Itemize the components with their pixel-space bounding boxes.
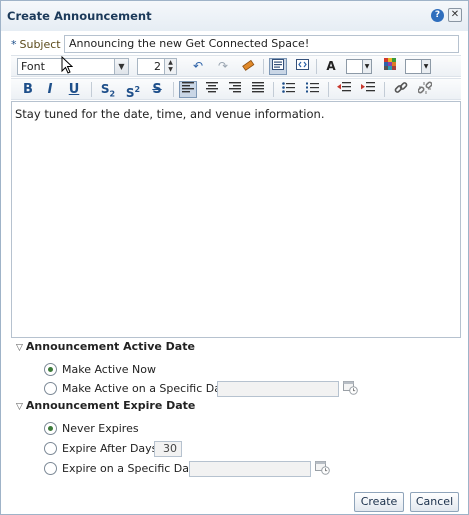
dialog-title: Create Announcement bbox=[7, 9, 152, 23]
font-size-spinner[interactable]: 2 ▲ ▼ bbox=[137, 58, 177, 75]
chevron-down-icon[interactable]: ▼ bbox=[114, 59, 128, 74]
background-color-swatch[interactable]: ▼ bbox=[405, 59, 431, 74]
link-icon[interactable] bbox=[392, 81, 410, 98]
font-select[interactable]: Font ▼ bbox=[17, 58, 129, 75]
active-date-heading: Announcement Active Date bbox=[25, 340, 195, 353]
chevron-down-icon[interactable]: ▼ bbox=[421, 60, 430, 73]
expire-after-days-radio[interactable] bbox=[44, 442, 57, 455]
subscript-icon[interactable]: S2 bbox=[99, 81, 117, 98]
justify-icon[interactable] bbox=[249, 81, 267, 98]
calendar-icon[interactable] bbox=[314, 460, 330, 476]
toolbar-separator bbox=[263, 59, 264, 74]
help-icon[interactable]: ? bbox=[431, 9, 444, 22]
toolbar-separator bbox=[384, 82, 385, 97]
subject-input[interactable]: Announcing the new Get Connected Space! bbox=[64, 35, 459, 53]
redo-icon[interactable]: ↷ bbox=[214, 58, 232, 75]
eraser-icon[interactable] bbox=[239, 58, 257, 75]
superscript-icon-letter: S bbox=[125, 86, 135, 100]
expire-date-section-header[interactable]: ▽ Announcement Expire Date bbox=[16, 399, 195, 412]
expire-specific-date-label: Expire on a Specific Date bbox=[62, 462, 201, 475]
toolbar-separator bbox=[91, 82, 92, 97]
expire-days-input[interactable]: 30 bbox=[154, 441, 182, 457]
undo-icon[interactable]: ↶ bbox=[189, 58, 207, 75]
make-active-specific-date-label: Make Active on a Specific Date bbox=[62, 382, 233, 395]
text-color-swatch[interactable]: ▼ bbox=[346, 59, 372, 74]
create-announcement-dialog: Create Announcement ? ✕ * Subject Announc… bbox=[0, 0, 469, 515]
editor-content: Stay tuned for the date, time, and venue… bbox=[15, 107, 325, 121]
underline-icon[interactable]: U bbox=[65, 81, 83, 98]
font-size-value: 2 bbox=[154, 60, 161, 73]
make-active-now-label: Make Active Now bbox=[62, 363, 156, 376]
create-button[interactable]: Create bbox=[354, 492, 404, 512]
never-expires-label: Never Expires bbox=[62, 422, 139, 435]
calendar-icon[interactable] bbox=[342, 380, 358, 396]
dialog-titlebar: Create Announcement ? ✕ bbox=[1, 1, 468, 31]
strikethrough-icon[interactable]: S bbox=[148, 81, 166, 98]
align-center-icon[interactable] bbox=[203, 81, 221, 98]
make-active-specific-date-radio[interactable] bbox=[44, 382, 57, 395]
expire-date-input[interactable] bbox=[189, 461, 311, 477]
subject-label-text: Subject bbox=[19, 38, 61, 51]
subscript-icon-mark: 2 bbox=[109, 89, 116, 99]
cancel-button[interactable]: Cancel bbox=[410, 492, 459, 512]
text-color-icon[interactable]: A bbox=[322, 58, 340, 75]
expire-after-days-label: Expire After Days bbox=[62, 442, 158, 455]
toolbar-separator bbox=[173, 82, 174, 97]
subject-label: * Subject bbox=[11, 38, 61, 51]
editor-toolbar-row-1: Font ▼ 2 ▲ ▼ ↶ ↷ A ▼ ▼ bbox=[11, 55, 461, 77]
bold-icon[interactable]: B bbox=[19, 81, 37, 98]
subscript-icon-letter: S bbox=[100, 82, 110, 96]
source-mode-icon[interactable] bbox=[293, 58, 311, 75]
announcement-body-editor[interactable]: Stay tuned for the date, time, and venue… bbox=[11, 101, 461, 338]
expire-date-heading: Announcement Expire Date bbox=[25, 399, 196, 412]
superscript-icon[interactable]: S2 bbox=[124, 81, 142, 100]
numbered-list-icon[interactable] bbox=[303, 81, 321, 98]
active-date-input[interactable] bbox=[217, 381, 339, 397]
toolbar-separator bbox=[316, 59, 317, 74]
toolbar-separator bbox=[273, 82, 274, 97]
align-right-icon[interactable] bbox=[226, 81, 244, 98]
rich-text-mode-icon[interactable] bbox=[269, 58, 287, 75]
align-left-icon[interactable] bbox=[179, 81, 197, 98]
active-date-section-header[interactable]: ▽ Announcement Active Date bbox=[16, 340, 195, 353]
toolbar-separator bbox=[328, 82, 329, 97]
never-expires-radio[interactable] bbox=[44, 422, 57, 435]
outdent-icon[interactable] bbox=[335, 81, 353, 98]
make-active-now-radio[interactable] bbox=[44, 363, 57, 376]
spinner-arrows-icon[interactable]: ▲ ▼ bbox=[164, 59, 176, 74]
superscript-icon-mark: 2 bbox=[134, 85, 141, 94]
chevron-down-icon[interactable]: ▼ bbox=[362, 60, 371, 73]
italic-icon[interactable]: I bbox=[41, 81, 59, 98]
close-icon[interactable]: ✕ bbox=[448, 8, 462, 22]
indent-icon[interactable] bbox=[359, 81, 377, 98]
unlink-icon[interactable] bbox=[416, 81, 434, 98]
font-select-value: Font bbox=[21, 60, 45, 73]
editor-toolbar-row-2: B I U S2 S2 S bbox=[11, 78, 461, 100]
collapse-triangle-icon[interactable]: ▽ bbox=[16, 402, 23, 412]
background-color-icon[interactable] bbox=[381, 58, 399, 75]
required-indicator: * bbox=[11, 38, 17, 51]
bullet-list-icon[interactable] bbox=[279, 81, 297, 98]
collapse-triangle-icon[interactable]: ▽ bbox=[16, 343, 23, 353]
expire-specific-date-radio[interactable] bbox=[44, 462, 57, 475]
